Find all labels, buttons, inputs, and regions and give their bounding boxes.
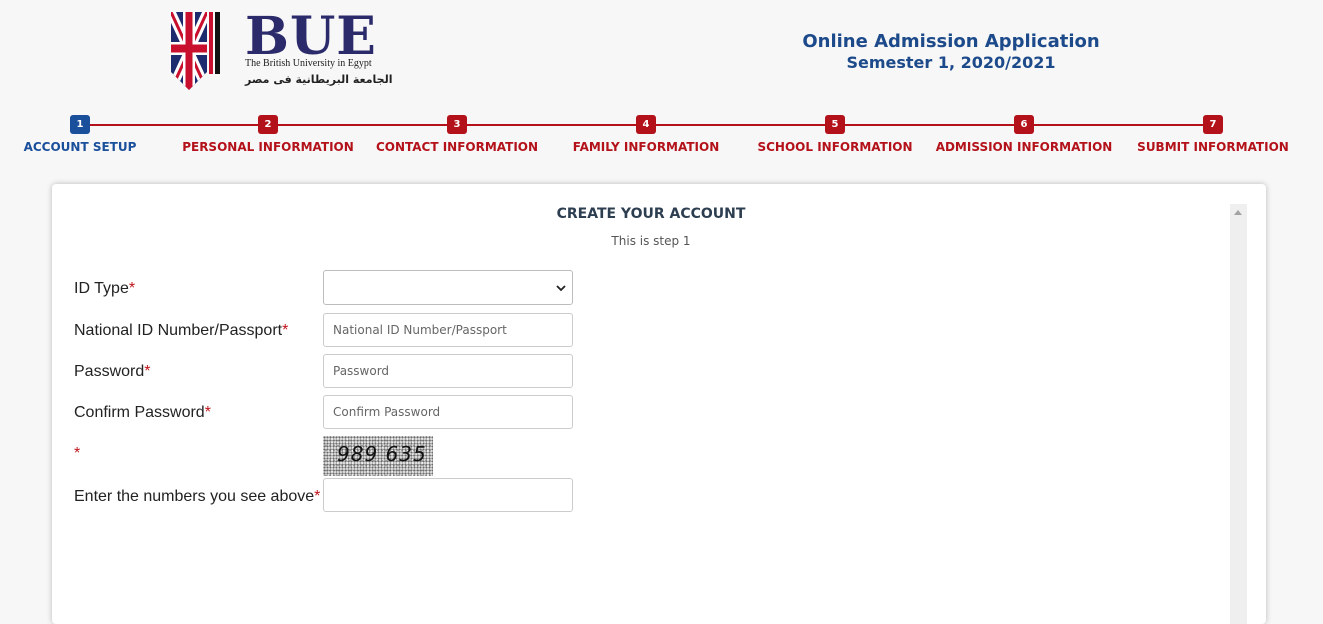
captcha-text: 989 635: [337, 442, 427, 466]
semester-subtitle: Semester 1, 2020/2021: [846, 53, 1056, 72]
step-label: FAMILY INFORMATION: [572, 140, 720, 154]
step-admission-information[interactable]: 6 ADMISSION INFORMATION: [924, 115, 1124, 154]
required-asterisk: *: [204, 404, 211, 421]
national-id-label: National ID Number/Passport*: [74, 322, 289, 339]
bue-logo: BUE The British University in Egypt الجا…: [171, 6, 392, 90]
step-label: PERSONAL INFORMATION: [182, 140, 354, 154]
captcha-input[interactable]: [323, 478, 573, 512]
required-asterisk: *: [314, 488, 321, 505]
national-id-input[interactable]: [323, 313, 573, 347]
step-account-setup[interactable]: 1 ACCOUNT SETUP: [0, 115, 180, 154]
union-jack-shield-icon: [171, 12, 220, 90]
confirm-password-input[interactable]: [323, 395, 573, 429]
step-number: 1: [70, 115, 90, 134]
step-label: ADMISSION INFORMATION: [935, 140, 1113, 154]
password-input[interactable]: [323, 354, 573, 388]
step-number: 3: [447, 115, 467, 134]
progress-stepper: 1 ACCOUNT SETUP 2 PERSONAL INFORMATION 3…: [0, 115, 1323, 161]
page-title: Online Admission Application Semester 1,…: [800, 31, 1102, 73]
step-contact-information[interactable]: 3 CONTACT INFORMATION: [357, 115, 557, 154]
confirm-password-label: Confirm Password*: [74, 404, 211, 421]
id-type-select[interactable]: [323, 270, 573, 305]
step-family-information[interactable]: 4 FAMILY INFORMATION: [546, 115, 746, 154]
required-asterisk: *: [128, 280, 136, 297]
logo-subtitle-ar: الجامعة البريطانية فى مصر: [245, 73, 393, 86]
step-label: SUBMIT INFORMATION: [1137, 140, 1289, 154]
step-personal-information[interactable]: 2 PERSONAL INFORMATION: [168, 115, 368, 154]
id-type-label: ID Type*: [74, 280, 136, 297]
captcha-label: *: [74, 445, 80, 463]
captcha-input-label: Enter the numbers you see above*: [74, 488, 321, 505]
scroll-up-arrow-icon[interactable]: [1234, 210, 1242, 215]
vertical-scrollbar[interactable]: [1230, 204, 1247, 624]
step-school-information[interactable]: 5 SCHOOL INFORMATION: [735, 115, 935, 154]
chevron-down-icon: [556, 285, 566, 292]
step-label: CONTACT INFORMATION: [375, 140, 539, 154]
required-asterisk: *: [74, 445, 81, 462]
required-asterisk: *: [144, 363, 151, 380]
form-subtitle: This is step 1: [611, 234, 691, 248]
password-label: Password*: [74, 363, 151, 380]
step-number: 5: [825, 115, 845, 134]
step-submit-information[interactable]: 7 SUBMIT INFORMATION: [1113, 115, 1313, 154]
logo-subtitle-en: The British University in Egypt: [245, 58, 372, 69]
application-title: Online Admission Application: [802, 31, 1100, 52]
form-title: CREATE YOUR ACCOUNT: [556, 206, 746, 222]
step-label: SCHOOL INFORMATION: [757, 140, 913, 154]
step-number: 7: [1203, 115, 1223, 134]
step-label: ACCOUNT SETUP: [23, 140, 137, 154]
account-form-card: CREATE YOUR ACCOUNT This is step 1 ID Ty…: [52, 184, 1266, 624]
step-number: 4: [636, 115, 656, 134]
captcha-image: 989 635: [323, 436, 433, 476]
step-number: 2: [258, 115, 278, 134]
step-number: 6: [1014, 115, 1034, 134]
required-asterisk: *: [282, 322, 289, 339]
